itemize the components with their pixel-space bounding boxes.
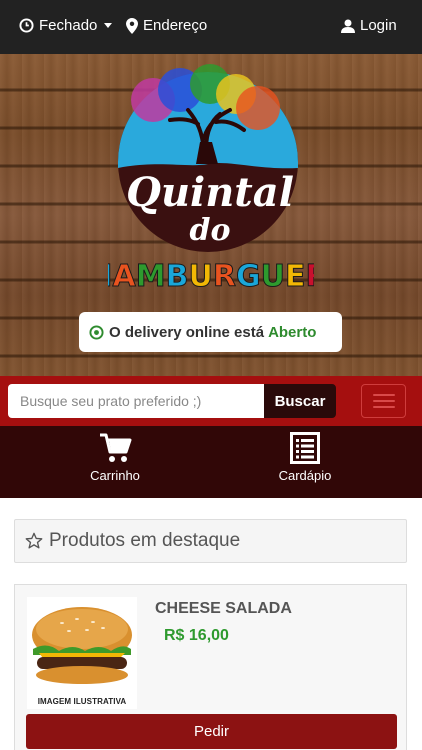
delivery-status-prefix: O delivery online está xyxy=(109,323,265,341)
list-icon xyxy=(290,432,320,464)
product-price: R$ 16,00 xyxy=(164,627,229,644)
brand-letter: E xyxy=(285,259,306,294)
delivery-status-banner: O delivery online está Aberto xyxy=(79,312,342,352)
brand-letter: U xyxy=(261,259,285,294)
menu-bar xyxy=(372,400,395,402)
menu-bar xyxy=(372,394,395,396)
store-status-dropdown[interactable]: Fechado xyxy=(19,17,113,34)
address-link[interactable]: Endereço xyxy=(126,17,207,34)
menu-bar xyxy=(372,406,395,408)
nav-cart-label: Carrinho xyxy=(90,468,140,483)
featured-products-header: Produtos em destaque xyxy=(14,519,407,563)
nav-cart[interactable]: Carrinho xyxy=(60,432,170,483)
bottom-nav: Carrinho Cardápio xyxy=(0,426,422,498)
login-link[interactable]: Login xyxy=(341,17,397,34)
burger-illustration xyxy=(32,607,132,684)
order-button[interactable]: Pedir xyxy=(26,714,397,749)
brand-letter: R xyxy=(213,259,236,294)
brand-letter: B xyxy=(166,259,189,294)
map-marker-icon xyxy=(126,17,138,34)
cart-icon xyxy=(100,433,132,462)
star-icon xyxy=(25,532,43,549)
delivery-status-value: Aberto xyxy=(268,323,317,341)
login-label: Login xyxy=(360,17,397,34)
address-label: Endereço xyxy=(143,17,208,34)
brand-line-2: do xyxy=(190,213,231,248)
brand-letter: A xyxy=(113,259,137,294)
nav-menu[interactable]: Cardápio xyxy=(250,432,360,483)
top-bar: Fechado Endereço Login xyxy=(0,0,422,54)
clock-icon xyxy=(19,18,34,33)
store-status-label: Fechado xyxy=(39,17,98,34)
featured-products-title: Produtos em destaque xyxy=(49,530,241,551)
product-card: IMAGEM ILUSTRATIVA CHEESE SALADA R$ 16,0… xyxy=(14,584,407,750)
product-name: CHEESE SALADA xyxy=(155,600,292,617)
image-caption: IMAGEM ILUSTRATIVA xyxy=(37,697,127,706)
brand-line-3: HAMBURGUER xyxy=(108,259,314,294)
hero-banner: Quintal do HAMBURGUER O delivery online … xyxy=(0,54,422,376)
nav-menu-label: Cardápio xyxy=(278,468,332,483)
search-input[interactable] xyxy=(8,384,264,418)
search-button[interactable]: Buscar xyxy=(264,384,336,418)
user-icon xyxy=(341,19,355,33)
restaurant-logo: Quintal do HAMBURGUER xyxy=(108,64,314,295)
hamburger-menu-icon[interactable] xyxy=(361,384,406,418)
search-bar: Buscar xyxy=(0,376,422,426)
brand-letter: R xyxy=(305,259,314,294)
brand-line-1: Quintal xyxy=(126,169,294,216)
caret-down-icon xyxy=(104,23,113,28)
brand-letter: U xyxy=(188,259,212,294)
brand-letter: G xyxy=(236,259,261,294)
check-circle-icon xyxy=(89,324,104,340)
product-image[interactable]: IMAGEM ILUSTRATIVA xyxy=(27,597,137,709)
brand-letter: M xyxy=(136,259,166,294)
